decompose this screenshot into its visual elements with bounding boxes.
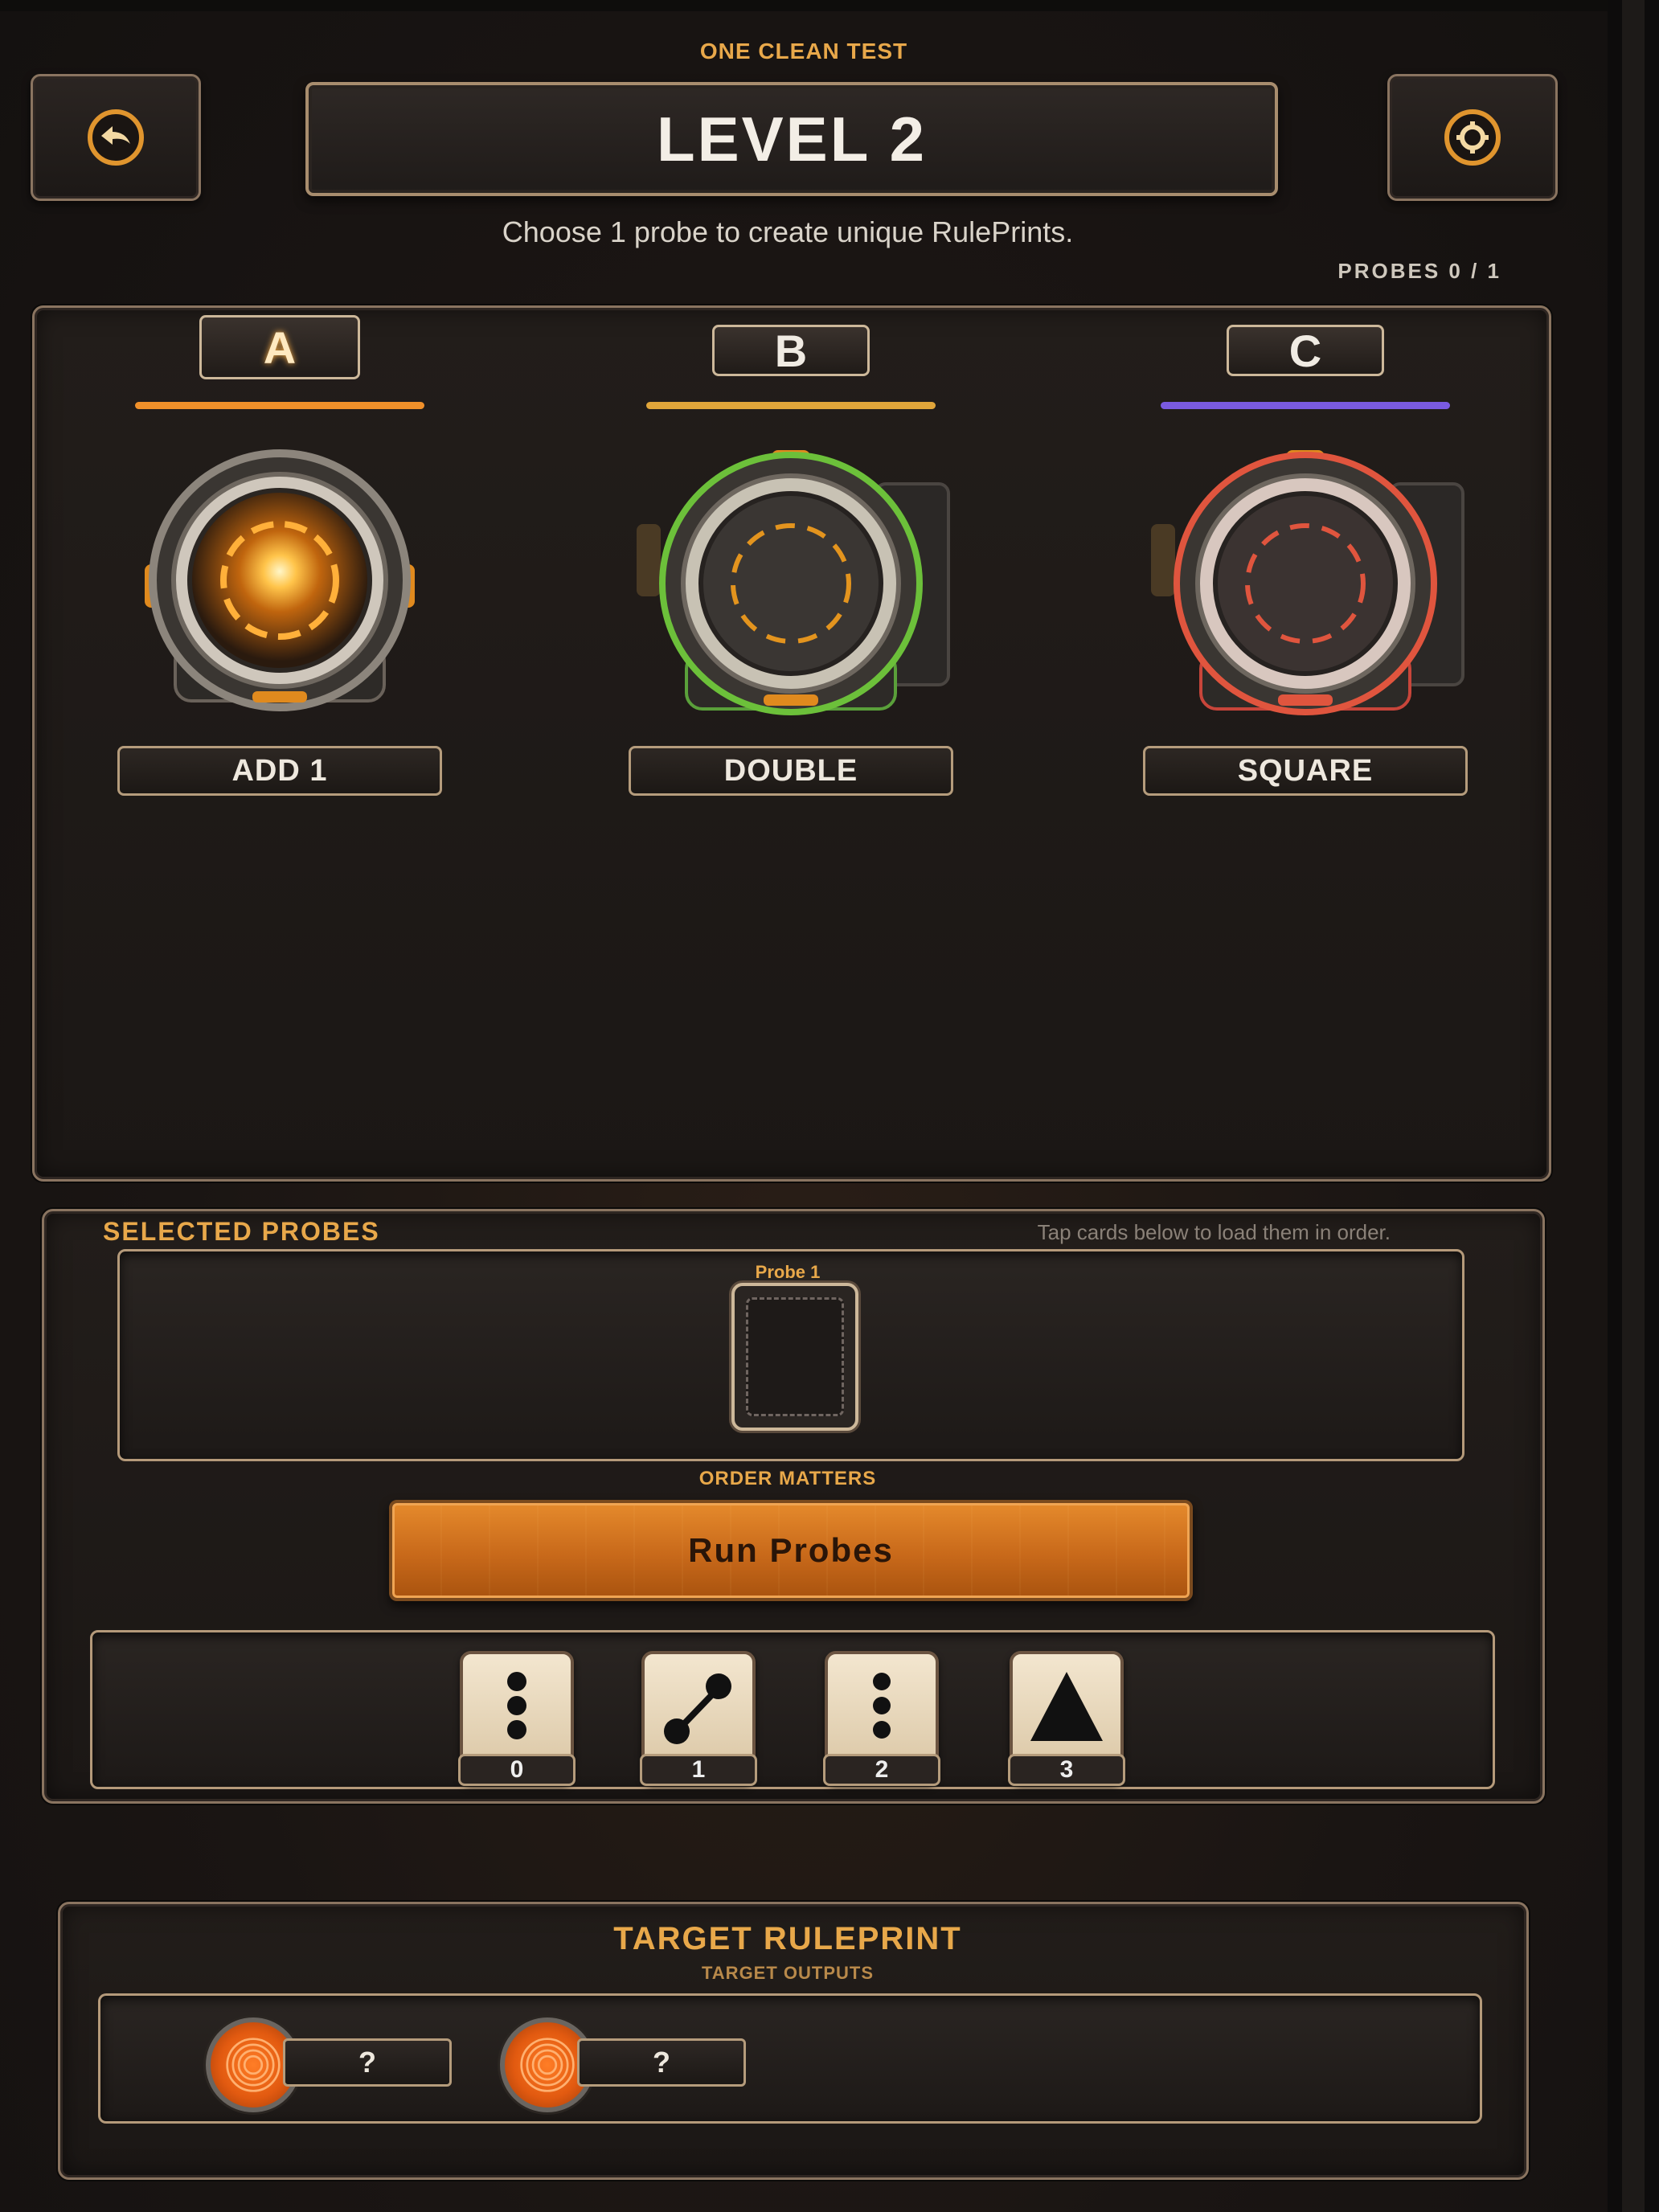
probe-slot-label: Probe 1 (755, 1262, 821, 1282)
probe-name-a: ADD 1 (117, 746, 442, 796)
settings-button[interactable] (1387, 74, 1558, 201)
back-button[interactable] (31, 74, 201, 201)
order-matters-note: ORDER MATTERS (698, 1468, 877, 1489)
target-outputs-subtitle: TARGET OUTPUTS (701, 1963, 875, 1983)
card-value-label: 0 (458, 1754, 576, 1786)
probe-device-b-icon (637, 450, 950, 715)
probe-option-b[interactable]: B DOUBLE (622, 315, 960, 797)
connected-dots-icon (664, 1673, 731, 1744)
probe-c-accent-line (1161, 402, 1450, 409)
triangle-icon (1030, 1672, 1103, 1741)
level-title: LEVEL 2 (305, 82, 1278, 196)
probe-a-accent-line (135, 402, 424, 409)
instructions-text: Choose 1 probe to create unique RulePrin… (502, 215, 1074, 248)
probe-option-a[interactable]: A ADD 1 (111, 315, 449, 797)
probe-device-c-icon (1151, 450, 1464, 715)
value-card-0[interactable]: 0 (458, 1651, 576, 1786)
selected-probes-hint: Tap cards below to load them in order. (1037, 1220, 1391, 1244)
run-probes-button[interactable]: Run Probes (389, 1500, 1193, 1601)
value-card-1[interactable]: 1 (640, 1651, 757, 1786)
target-ruleprint-title: TARGET RULEPRINT (613, 1921, 962, 1956)
probe-name-c: SQUARE (1143, 746, 1468, 796)
target-output-2: ? (500, 2017, 749, 2112)
target-output-1: ? (206, 2017, 455, 2112)
probe-device-a-icon (145, 449, 415, 711)
probe-slot-1[interactable] (731, 1283, 858, 1431)
empty-slot-placeholder (746, 1297, 844, 1416)
target-output-value: ? (577, 2038, 746, 2087)
back-arrow-icon (88, 109, 144, 166)
right-edge-bar (1608, 0, 1659, 2212)
selected-probes-title: SELECTED PROBES (103, 1217, 380, 1246)
probe-letter-c: C (1227, 325, 1384, 376)
probe-name-b: DOUBLE (629, 746, 953, 796)
probe-letter-b: B (712, 325, 870, 376)
scrollbar-track[interactable] (1622, 0, 1645, 2212)
level-subtitle: ONE CLEAN TEST (699, 39, 908, 63)
card-value-label: 1 (640, 1754, 757, 1786)
probes-counter: PROBES 0 / 1 (1337, 259, 1501, 283)
card-tray (90, 1630, 1495, 1789)
card-value-label: 3 (1008, 1754, 1125, 1786)
game-screen: ONE CLEAN TEST LEVEL 2 Choose 1 probe to… (0, 0, 1608, 2212)
target-output-value: ? (283, 2038, 452, 2087)
value-card-2[interactable]: 2 (823, 1651, 940, 1786)
three-dots-vertical-icon (507, 1672, 526, 1739)
card-value-label: 2 (823, 1754, 940, 1786)
probe-b-accent-line (646, 402, 936, 409)
three-dots-vertical-icon (873, 1673, 891, 1739)
gear-icon (1444, 109, 1501, 166)
top-strip (0, 0, 1608, 11)
probe-letter-a: A (199, 315, 360, 379)
value-card-3[interactable]: 3 (1008, 1651, 1125, 1786)
probe-option-c[interactable]: C SQUARE (1137, 315, 1474, 797)
